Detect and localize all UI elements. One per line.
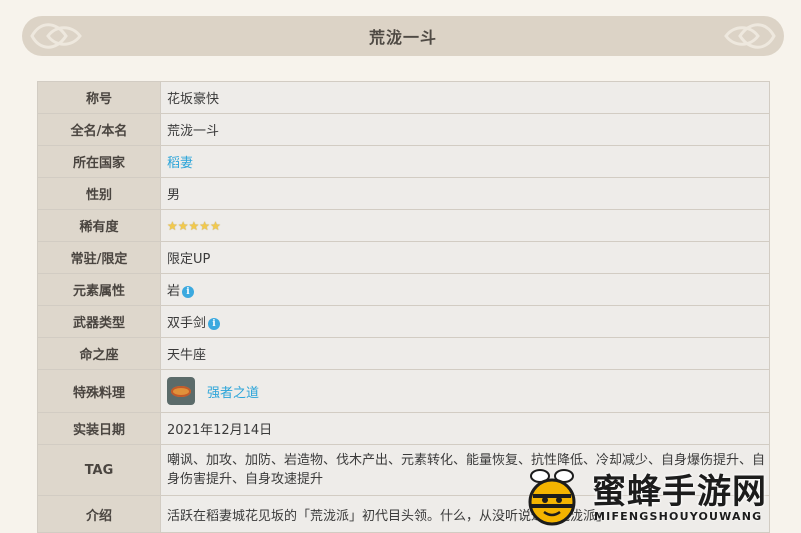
star-icon: ★ (199, 218, 211, 233)
row-label: TAG (37, 444, 161, 496)
fullname-value: 荒泷一斗 (160, 113, 770, 146)
element-value: 岩 (167, 284, 181, 299)
star-icon: ★ (188, 218, 200, 233)
ornament-right-icon (724, 23, 776, 49)
ornament-left-icon (30, 23, 82, 49)
weapon-cell: 双手剑 i (160, 305, 770, 338)
availability-value: 限定UP (160, 241, 770, 274)
rarity-stars: ★ ★ ★ ★ ★ (167, 219, 221, 233)
nation-cell: 稻妻 (160, 145, 770, 178)
row-label: 性别 (37, 177, 161, 210)
row-label: 稀有度 (37, 209, 161, 242)
info-icon[interactable]: i (182, 285, 195, 298)
element-cell: 岩i (160, 273, 770, 306)
watermark: 蜜蜂手游网 MIFENGSHOUYOUWANG (520, 462, 800, 530)
table-row: 实装日期 2021年12月14日 (37, 412, 770, 445)
nation-link[interactable]: 稻妻 (167, 156, 193, 171)
table-row: 称号 花坂豪快 (37, 81, 770, 114)
page-title: 荒泷一斗 (368, 28, 437, 47)
bee-logo-icon (528, 469, 576, 526)
weapon-value: 双手剑 (167, 316, 207, 331)
table-row: 全名/本名 荒泷一斗 (37, 113, 770, 146)
dish-link[interactable]: 强者之道 (207, 386, 259, 401)
dish-cell: 强者之道 (160, 369, 770, 413)
table-row: 元素属性 岩i (37, 273, 770, 306)
table-row: 性别 男 (37, 177, 770, 210)
title-banner: 荒泷一斗 (22, 16, 784, 56)
watermark-name: 蜜蜂手游网 (592, 472, 767, 512)
row-label: 常驻/限定 (37, 241, 161, 274)
row-label: 全名/本名 (37, 113, 161, 146)
row-label: 介绍 (37, 495, 161, 533)
row-label: 称号 (37, 81, 161, 114)
star-icon: ★ (177, 218, 189, 233)
dish-image-icon[interactable] (167, 377, 195, 405)
watermark-pinyin: MIFENGSHOUYOUWANG (594, 510, 763, 523)
row-label: 特殊料理 (37, 369, 161, 413)
row-label: 武器类型 (37, 305, 161, 338)
row-label: 命之座 (37, 337, 161, 370)
star-icon: ★ (167, 218, 178, 233)
star-icon: ★ (210, 218, 221, 233)
table-row: 常驻/限定 限定UP (37, 241, 770, 274)
info-icon[interactable]: i (208, 317, 221, 330)
release-date-value: 2021年12月14日 (160, 412, 770, 445)
row-label: 实装日期 (37, 412, 161, 445)
table-row: 命之座 天牛座 (37, 337, 770, 370)
table-row: 特殊料理 强者之道 (37, 369, 770, 413)
table-row: 武器类型 双手剑 i (37, 305, 770, 338)
row-label: 元素属性 (37, 273, 161, 306)
row-label: 所在国家 (37, 145, 161, 178)
table-row: 稀有度 ★ ★ ★ ★ ★ (37, 209, 770, 242)
constellation-value: 天牛座 (160, 337, 770, 370)
title-value: 花坂豪快 (160, 81, 770, 114)
gender-value: 男 (160, 177, 770, 210)
rarity-cell: ★ ★ ★ ★ ★ (160, 209, 770, 242)
table-row: 所在国家 稻妻 (37, 145, 770, 178)
